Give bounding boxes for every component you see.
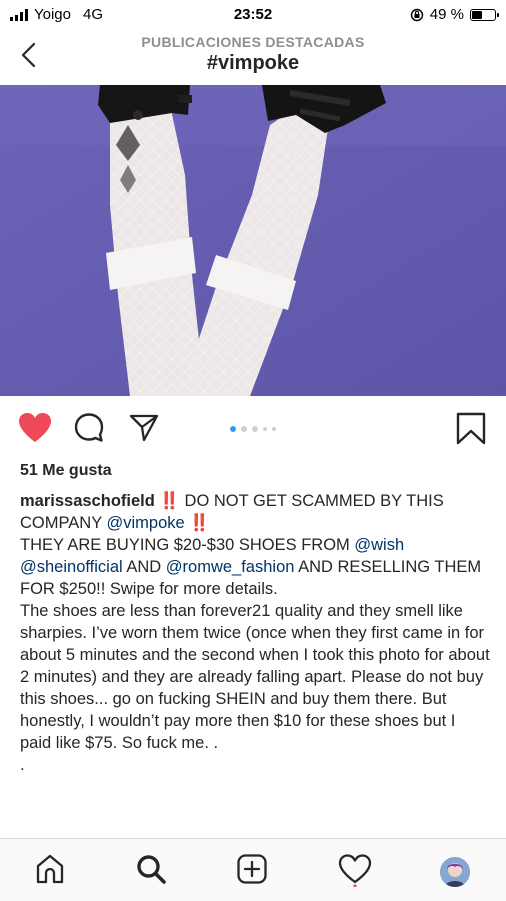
double-exclamation-emoji: ‼️ — [159, 492, 180, 510]
tab-new-post[interactable] — [236, 853, 268, 890]
caption-paragraph-2: THEY ARE BUYING $20-$30 SHOES FROM @wish… — [20, 534, 490, 600]
caption-username[interactable]: marissaschofield — [20, 492, 155, 510]
caption-paragraph-4: . — [20, 756, 25, 774]
home-icon — [36, 854, 64, 884]
tab-profile-avatar[interactable] — [440, 857, 470, 887]
carousel-dot — [272, 427, 276, 431]
rotation-lock-icon — [410, 8, 423, 21]
carousel-dot — [252, 426, 258, 432]
caption-text-2a: THEY ARE BUYING $20-$30 SHOES FROM — [20, 536, 355, 554]
carousel-dot — [263, 427, 267, 431]
carousel-dot — [241, 426, 247, 432]
carousel-indicator — [0, 426, 506, 432]
bottom-tab-bar — [0, 838, 506, 901]
photo-image — [0, 85, 506, 396]
bookmark-button[interactable] — [456, 412, 486, 451]
add-icon — [237, 854, 267, 884]
header-subtitle: PUBLICACIONES DESTACADAS — [141, 34, 365, 50]
post-actions — [0, 396, 506, 456]
caption-paragraph-1: marissaschofield ‼️ DO NOT GET SCAMMED B… — [20, 490, 490, 534]
battery-percent: 49 % — [429, 6, 464, 23]
battery-icon — [470, 8, 499, 21]
mention-romwe-fashion[interactable]: @romwe_fashion — [166, 558, 295, 576]
header: PUBLICACIONES DESTACADAS #vimpoke — [0, 30, 506, 85]
status-right: 49 % — [410, 6, 499, 23]
caption-text-and: AND — [122, 558, 166, 576]
mention-sheinofficial[interactable]: @sheinofficial — [20, 558, 123, 576]
status-bar: Yoigo 4G 23:52 49 % — [0, 0, 506, 30]
activity-heart-icon — [338, 854, 372, 888]
post-photo[interactable] — [0, 85, 506, 396]
mention-wish[interactable]: @wish — [354, 536, 404, 554]
hashtag-title: #vimpoke — [206, 52, 300, 74]
tab-activity[interactable] — [338, 853, 372, 892]
post-caption: marissaschofield ‼️ DO NOT GET SCAMMED B… — [20, 490, 490, 776]
bookmark-icon — [456, 412, 486, 445]
like-count[interactable]: 51 Me gusta — [20, 462, 112, 480]
tab-home[interactable] — [34, 853, 66, 890]
profile-avatar-image — [440, 857, 470, 887]
search-icon — [137, 855, 166, 884]
caption-paragraph-3: The shoes are less than forever21 qualit… — [20, 602, 490, 752]
carousel-dot — [230, 426, 236, 432]
double-exclamation-emoji-2: ‼️ — [189, 514, 210, 532]
mention-vimpoke[interactable]: @vimpoke — [107, 514, 185, 532]
tab-search[interactable] — [135, 853, 167, 890]
